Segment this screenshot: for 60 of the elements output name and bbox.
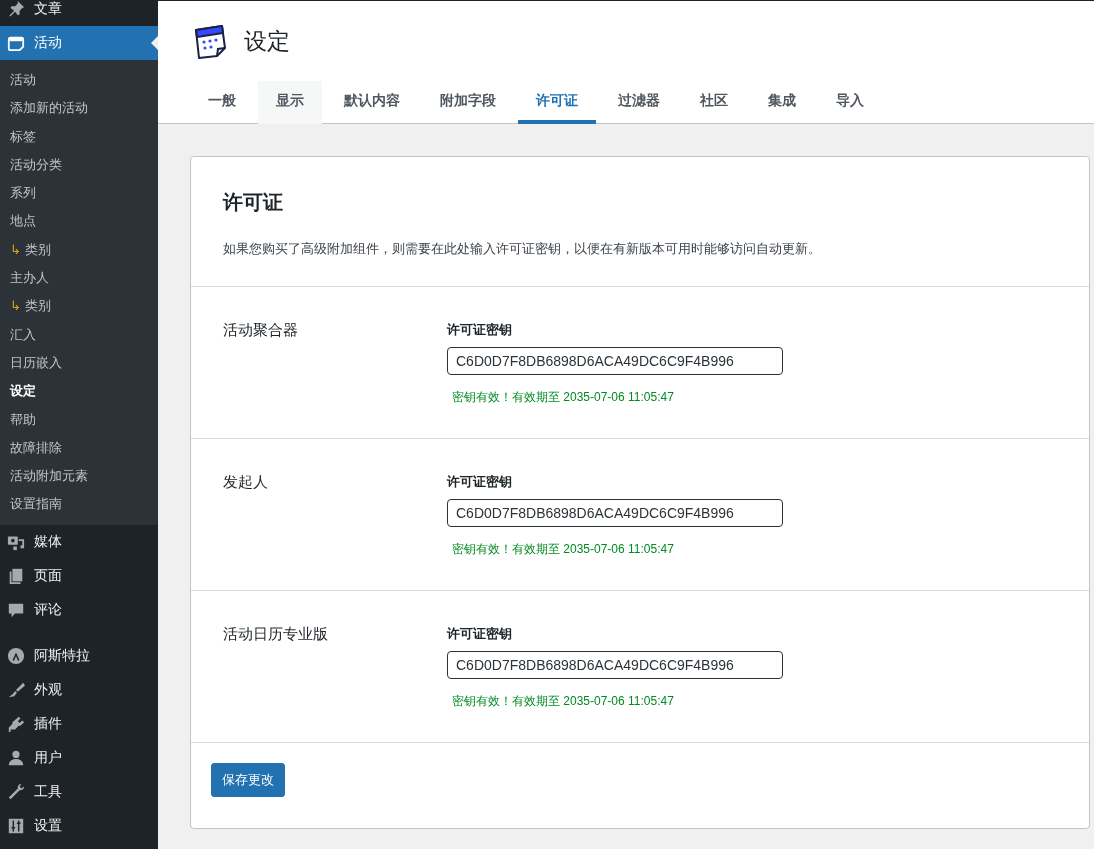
status-text: 密钥有效！有效期至 2035-07-06 11:05:47 [452, 541, 675, 558]
field-label: 许可证密钥 [447, 473, 513, 491]
menu-item[interactable]: 外观 [0, 672, 158, 707]
submenu-item[interactable]: 活动分类 [0, 150, 158, 180]
sliders-icon [7, 816, 25, 835]
wrench-icon [7, 782, 25, 801]
submenu-item[interactable]: 日历嵌入 [0, 348, 158, 378]
license-key-field[interactable]: C6D0D7F8DB6898D6ACA49DC6C9F4B996 [447, 651, 783, 679]
section-heading: 许可证 [223, 190, 284, 215]
license-key-field[interactable]: C6D0D7F8DB6898D6ACA49DC6C9F4B996 [447, 499, 783, 527]
menu-item[interactable]: 媒体 [0, 524, 158, 559]
submenu-item[interactable]: 活动附加元素 [0, 462, 158, 491]
tab[interactable]: 一般 [190, 81, 254, 124]
submenu-item[interactable]: ↳ 类别 [0, 235, 158, 265]
status-text: 密钥有效！有效期至 2035-07-06 11:05:47 [452, 693, 675, 710]
submenu-item[interactable]: 标签 [0, 122, 158, 151]
save-button[interactable]: 保存更改 [211, 763, 285, 797]
tab[interactable]: 过滤器 [600, 81, 678, 124]
tab[interactable]: 集成 [750, 81, 814, 124]
menu-item[interactable]: 页面 [0, 558, 158, 593]
submenu-item[interactable]: ↳ 类别 [0, 292, 158, 321]
license-key-field[interactable]: C6D0D7F8DB6898D6ACA49DC6C9F4B996 [447, 347, 783, 375]
submenu-item[interactable]: 帮助 [0, 405, 158, 434]
submenu-item[interactable]: 活动 [0, 66, 158, 95]
submenu-item[interactable]: 故障排除 [0, 433, 158, 463]
plugin-name: 活动聚合器 [223, 321, 299, 340]
field-label: 许可证密钥 [447, 625, 513, 643]
tab[interactable]: 导入 [818, 81, 882, 124]
tab[interactable]: 默认内容 [326, 81, 418, 124]
description-text: 如果您购买了高级附加组件，则需要在此处输入许可证密钥，以便在有新版本可用时能够访问自动更新。 [223, 240, 822, 258]
pin-icon [7, 0, 25, 18]
page-title: 设定 [244, 26, 290, 56]
status-text: 密钥有效！有效期至 2035-07-06 11:05:47 [452, 389, 675, 406]
calendar-icon [7, 34, 25, 52]
brush-icon [7, 680, 25, 699]
tab[interactable]: 显示 [258, 81, 322, 124]
menu-item[interactable]: 工具 [0, 774, 158, 809]
field-label: 许可证密钥 [447, 321, 513, 339]
plugin-name: 发起人 [223, 473, 269, 492]
menu-item[interactable]: 文章 [0, 0, 158, 26]
submenu-item[interactable]: 设置指南 [0, 490, 158, 519]
menu-item[interactable]: 设置 [0, 808, 158, 843]
tab[interactable]: 社区 [682, 81, 746, 124]
submenu-item[interactable]: 地点 [0, 207, 158, 236]
menu-item[interactable]: 阿斯特拉 [0, 638, 158, 673]
pages-icon [7, 566, 25, 585]
submenu-item[interactable]: 设定 [0, 377, 158, 406]
menu-item[interactable]: 插件 [0, 706, 158, 741]
submenu-item[interactable]: 汇入 [0, 320, 158, 349]
submenu-item[interactable]: 主办人 [0, 264, 158, 293]
submenu-item[interactable]: 系列 [0, 179, 158, 208]
menu-item[interactable]: 活动 [0, 26, 158, 60]
submenu-item[interactable]: 添加新的活动 [0, 94, 158, 123]
plugin-name: 活动日历专业版 [223, 625, 329, 644]
menu-item[interactable]: 用户 [0, 740, 158, 775]
user-icon [7, 748, 25, 767]
menu-item[interactable]: 评论 [0, 592, 158, 627]
plug-icon [7, 714, 25, 733]
tab[interactable]: 附加字段 [422, 81, 514, 124]
tab[interactable]: 许可证 [518, 81, 596, 124]
